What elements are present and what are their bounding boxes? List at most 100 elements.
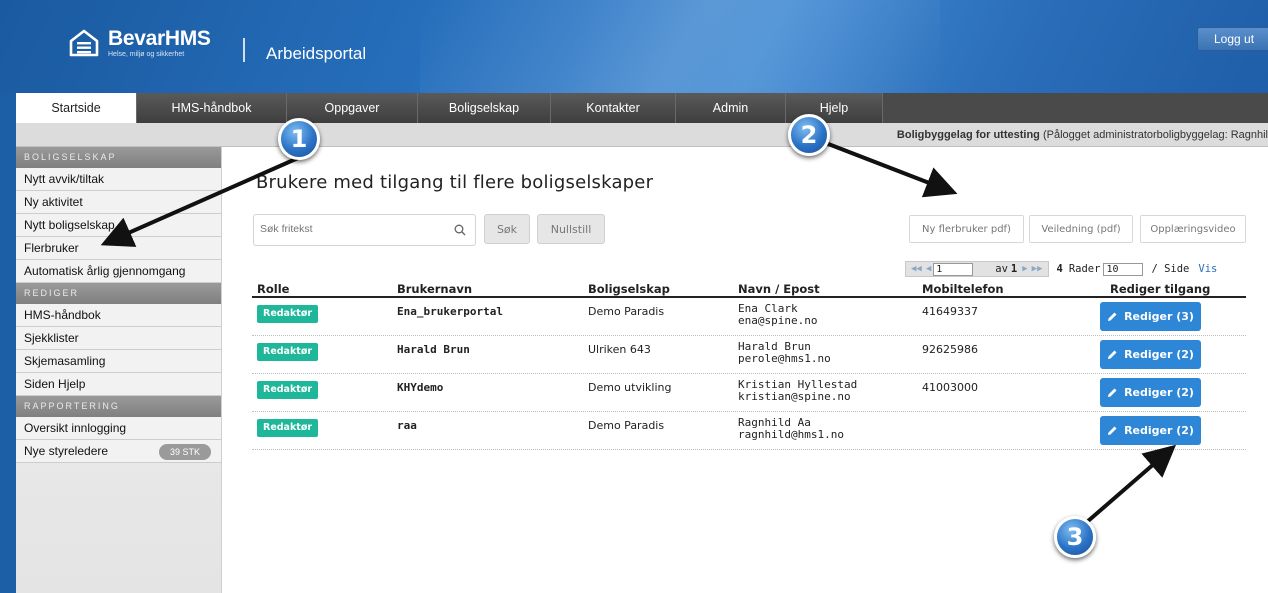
- search-button[interactable]: Søk: [484, 214, 530, 244]
- sidebar: BOLIGSELSKAP Nytt avvik/tiltak Ny aktivi…: [16, 147, 222, 593]
- annotation-marker-3: 3: [1054, 516, 1096, 558]
- mobile: 92625986: [922, 343, 978, 356]
- sidebar-item-label: Nye styreledere: [24, 444, 109, 458]
- person-email: kristian@spine.no: [738, 390, 851, 403]
- nav-tab-hms-handbok[interactable]: HMS-håndbok: [137, 93, 287, 123]
- edit-access-button[interactable]: Rediger (2): [1100, 340, 1201, 369]
- sidebar-section-rapportering: RAPPORTERING: [16, 396, 221, 417]
- col-header-navn-epost[interactable]: Navn / Epost: [738, 282, 820, 296]
- search-input[interactable]: [260, 223, 440, 235]
- sidebar-item-siden-hjelp[interactable]: Siden Hjelp: [16, 373, 221, 396]
- col-header-brukernavn[interactable]: Brukernavn: [397, 282, 472, 296]
- name-email: Kristian Hyllestad kristian@spine.no: [738, 379, 857, 403]
- page-input[interactable]: 1: [933, 262, 974, 276]
- company: Demo Paradis: [588, 419, 665, 432]
- name-email: Ena Clark ena@spine.no: [738, 303, 817, 327]
- name-email: Harald Brun perole@hms1.no: [738, 341, 831, 365]
- last-page-icon[interactable]: ▶▶: [1032, 264, 1043, 274]
- edit-label: Rediger (2): [1124, 348, 1194, 361]
- next-page-icon[interactable]: ▶: [1022, 264, 1027, 274]
- username: Ena_brukerportal: [397, 305, 503, 318]
- col-header-mobiltelefon[interactable]: Mobiltelefon: [922, 282, 1004, 296]
- reset-button[interactable]: Nullstill: [537, 214, 605, 244]
- first-page-icon[interactable]: ◀◀: [911, 264, 922, 274]
- pencil-icon: [1108, 426, 1117, 435]
- logout-button[interactable]: Logg ut: [1197, 27, 1268, 51]
- show-link[interactable]: Vis: [1198, 263, 1217, 275]
- rows-label: Rader: [1068, 263, 1101, 275]
- edit-label: Rediger (3): [1124, 310, 1194, 323]
- role-badge: Redaktør: [257, 419, 319, 437]
- training-video-button[interactable]: Opplæringsvideo: [1140, 215, 1246, 243]
- table-header: Rolle Brukernavn Boligselskap Navn / Epo…: [252, 282, 1246, 298]
- sidebar-item-flerbruker[interactable]: Flerbruker: [16, 237, 221, 260]
- person-email: ragnhild@hms1.no: [738, 428, 844, 441]
- pagination: ◀◀ ◀ 1 av 1 ▶ ▶▶ 4 Rader 10 / Side Vis: [905, 261, 1217, 277]
- sidebar-item-oversikt-innlogging[interactable]: Oversikt innlogging: [16, 417, 221, 440]
- row-count: 4: [1056, 263, 1063, 275]
- guide-pdf-button[interactable]: Veiledning (pdf): [1029, 215, 1133, 243]
- nav-tab-kontakter[interactable]: Kontakter: [551, 93, 676, 123]
- sidebar-item-hms-handbok[interactable]: HMS-håndbok: [16, 304, 221, 327]
- table-row: Redaktør Ena_brukerportal Demo Paradis E…: [252, 298, 1246, 336]
- col-header-rediger-tilgang: Rediger tilgang: [1110, 282, 1211, 296]
- per-page-label: / Side: [1151, 263, 1190, 275]
- pager-controls: ◀◀ ◀ 1 av 1 ▶ ▶▶: [905, 261, 1049, 277]
- col-header-boligselskap[interactable]: Boligselskap: [588, 282, 670, 296]
- status-bar: Boligbyggelag for uttesting (Pålogget ad…: [16, 123, 1268, 147]
- table-row: Redaktør Harald Brun Ulriken 643 Harald …: [252, 336, 1246, 374]
- count-badge: 39 STK: [158, 444, 211, 460]
- name-email: Ragnhild Aa ragnhild@hms1.no: [738, 417, 844, 441]
- pencil-icon: [1108, 350, 1117, 359]
- role-badge: Redaktør: [257, 343, 319, 361]
- sidebar-section-boligselskap: BOLIGSELSKAP: [16, 147, 221, 168]
- edit-access-button[interactable]: Rediger (2): [1100, 378, 1201, 407]
- sidebar-item-sjekklister[interactable]: Sjekklister: [16, 327, 221, 350]
- username: KHYdemo: [397, 381, 444, 394]
- sidebar-item-nytt-boligselskap[interactable]: Nytt boligselskap: [16, 214, 221, 237]
- sidebar-item-automatisk-gjennomgang[interactable]: Automatisk årlig gjennomgang: [16, 260, 221, 283]
- sidebar-item-nye-styreledere[interactable]: Nye styreledere 39 STK: [16, 440, 221, 463]
- portal-title: Arbeidsportal: [266, 44, 367, 63]
- table-row: Redaktør raa Demo Paradis Ragnhild Aa ra…: [252, 412, 1246, 450]
- total-pages: 1: [1010, 263, 1018, 275]
- sidebar-item-nytt-avvik[interactable]: Nytt avvik/tiltak: [16, 168, 221, 191]
- username: raa: [397, 419, 417, 432]
- search-field[interactable]: [253, 214, 476, 246]
- nav-tab-startside[interactable]: Startside: [16, 93, 137, 123]
- main-content: Brukere med tilgang til flere boligselsk…: [222, 147, 1268, 593]
- main-nav: Startside HMS-håndbok Oppgaver Boligsels…: [16, 93, 1268, 123]
- annotation-marker-2: 2: [788, 114, 830, 156]
- mobile: 41649337: [922, 305, 978, 318]
- prev-page-icon[interactable]: ◀: [926, 264, 931, 274]
- search-icon[interactable]: [454, 224, 466, 236]
- pencil-icon: [1108, 388, 1117, 397]
- edit-label: Rediger (2): [1124, 386, 1194, 399]
- organization-name: Boligbyggelag for uttesting: [896, 129, 1040, 141]
- page-title: Brukere med tilgang til flere boligselsk…: [256, 172, 654, 193]
- logo-tagline: Helse, miljø og sikkerhet: [108, 50, 185, 58]
- annotation-marker-1: 1: [278, 118, 320, 160]
- company: Ulriken 643: [588, 343, 651, 356]
- sidebar-item-ny-aktivitet[interactable]: Ny aktivitet: [16, 191, 221, 214]
- of-label: av: [995, 263, 1008, 275]
- username: Harald Brun: [397, 343, 470, 356]
- col-header-rolle[interactable]: Rolle: [257, 282, 289, 296]
- edit-access-button[interactable]: Rediger (2): [1100, 416, 1201, 445]
- new-multiuser-pdf-button[interactable]: Ny flerbruker pdf): [909, 215, 1024, 243]
- nav-tab-boligselskap[interactable]: Boligselskap: [418, 93, 551, 123]
- header-divider: [243, 38, 245, 62]
- table-row: Redaktør KHYdemo Demo utvikling Kristian…: [252, 374, 1246, 412]
- users-table: Rolle Brukernavn Boligselskap Navn / Epo…: [252, 282, 1246, 450]
- nav-tab-admin[interactable]: Admin: [676, 93, 786, 123]
- rows-per-page-input[interactable]: 10: [1103, 262, 1144, 276]
- logo-name: BevarHMS: [108, 26, 211, 50]
- person-email: ena@spine.no: [738, 314, 818, 327]
- sidebar-item-skjemasamling[interactable]: Skjemasamling: [16, 350, 221, 373]
- logo[interactable]: BevarHMS Helse, miljø og sikkerhet: [68, 27, 211, 59]
- edit-access-button[interactable]: Rediger (3): [1100, 302, 1201, 331]
- role-badge: Redaktør: [257, 381, 319, 399]
- edit-label: Rediger (2): [1124, 424, 1194, 437]
- person-email: perole@hms1.no: [738, 352, 831, 365]
- header-sheen: [420, 0, 940, 93]
